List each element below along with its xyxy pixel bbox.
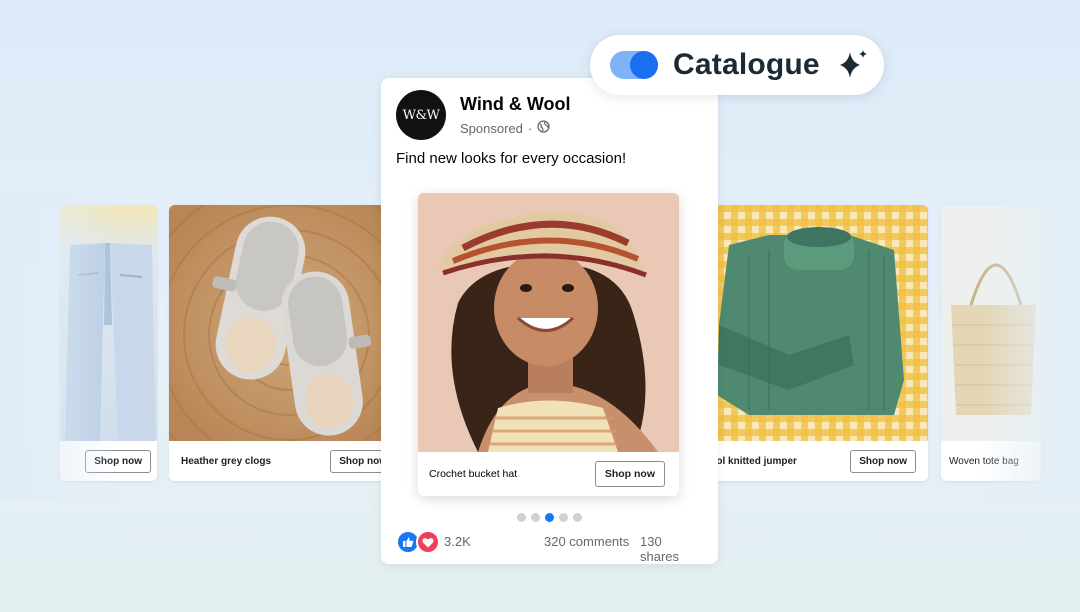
sponsored-label: Sponsored <box>460 120 523 136</box>
left-fade-overlay <box>0 190 120 500</box>
product-image-clogs <box>169 205 408 481</box>
product-name: Heather grey clogs <box>181 455 272 467</box>
engagement-row: 3.2K 320 comments 130 shares <box>396 530 704 564</box>
reaction-count[interactable]: 3.2K <box>444 534 471 549</box>
product-image-hat <box>418 193 679 452</box>
catalogue-toggle[interactable] <box>610 51 658 79</box>
avatar[interactable]: W&W <box>396 90 446 140</box>
catalogue-toggle-pill: Catalogue <box>590 35 884 95</box>
pagination-dot[interactable] <box>531 513 540 522</box>
carousel-card-hat[interactable]: Crochet bucket hat Shop now <box>418 193 679 496</box>
page-name[interactable]: Wind & Wool <box>460 94 570 115</box>
pagination-dot[interactable] <box>559 513 568 522</box>
right-fade-overlay <box>980 190 1080 500</box>
carousel-card-jumper[interactable]: Wool knitted jumper Shop now <box>689 205 928 481</box>
post-caption: Find new looks for every occasion! <box>396 150 627 167</box>
carousel-card-clogs[interactable]: Heather grey clogs Shop now <box>169 205 408 481</box>
model-illustration <box>418 193 679 452</box>
featured-card-footer: Crochet bucket hat Shop now <box>418 452 679 496</box>
pagination-dot[interactable] <box>573 513 582 522</box>
carousel-pagination <box>517 513 582 522</box>
pagination-dot-active[interactable] <box>545 513 554 522</box>
globe-icon <box>537 120 550 136</box>
jumper-illustration <box>689 205 928 441</box>
separator: · <box>527 120 533 136</box>
product-name: Crochet bucket hat <box>429 468 518 480</box>
pagination-dot[interactable] <box>517 513 526 522</box>
shop-now-button[interactable]: Shop now <box>850 449 916 473</box>
sponsored-meta: Sponsored · <box>460 120 550 136</box>
toggle-knob <box>630 51 658 79</box>
product-image-jumper <box>689 205 928 441</box>
clogs-illustration <box>169 205 408 481</box>
sparkle-icon <box>836 48 870 87</box>
shop-now-button[interactable]: Shop now <box>594 461 665 487</box>
shares-count[interactable]: 130 shares <box>640 534 704 564</box>
catalogue-label: Catalogue <box>673 48 820 81</box>
love-reaction-icon[interactable] <box>416 530 440 554</box>
comments-count[interactable]: 320 comments <box>544 534 629 549</box>
